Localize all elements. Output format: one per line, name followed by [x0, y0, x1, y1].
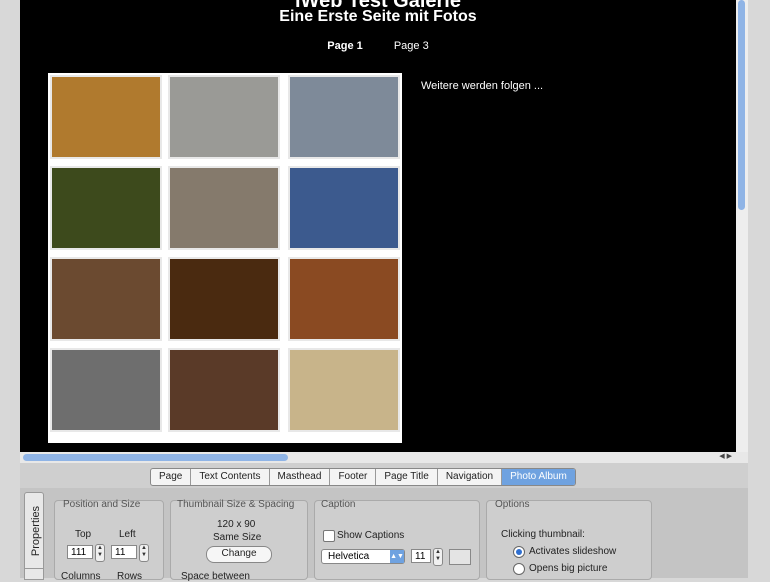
nav-link-page-1[interactable]: Page 1	[327, 40, 362, 52]
horizontal-scrollbar[interactable]: ◀ ▶	[20, 452, 748, 463]
site-subtitle[interactable]: Eine Erste Seite mit Fotos	[20, 8, 736, 26]
left-stepper[interactable]: ▲ ▼	[139, 544, 149, 562]
top-label: Top	[75, 529, 92, 540]
scroll-arrows-icon[interactable]: ◀ ▶	[719, 452, 732, 460]
tab-page[interactable]: Page	[151, 469, 192, 485]
app-window: iWeb Test Galerie Eine Erste Seite mit F…	[20, 0, 748, 582]
thumbnail-window-interior[interactable]	[50, 257, 162, 341]
left-label: Left	[119, 529, 136, 540]
tab-photo-album[interactable]: Photo Album	[502, 469, 575, 485]
rows-label: Rows	[117, 571, 143, 582]
font-select[interactable]: Helvetica ▲▼	[321, 549, 405, 564]
site-navigation: Page 1 Page 3	[20, 40, 736, 52]
page-canvas[interactable]: iWeb Test Galerie Eine Erste Seite mit F…	[20, 0, 736, 452]
photo-gallery	[48, 73, 402, 443]
group-title-position: Position and Size	[63, 499, 141, 510]
radio-opens-big-picture-label: Opens big picture	[529, 563, 608, 574]
show-captions-checkbox[interactable]	[323, 530, 335, 542]
tab-page-title[interactable]: Page Title	[376, 469, 438, 485]
tab-navigation[interactable]: Navigation	[438, 469, 503, 485]
side-tab-properties[interactable]: Properties	[24, 492, 44, 574]
thumbnail-tree-branches-sky[interactable]	[288, 166, 400, 250]
font-select-value: Helvetica	[328, 551, 370, 562]
font-size-field[interactable]: 11	[411, 549, 431, 563]
tab-footer[interactable]: Footer	[330, 469, 377, 485]
top-stepper[interactable]: ▲ ▼	[95, 544, 105, 562]
font-size-stepper[interactable]: ▲ ▼	[433, 548, 443, 566]
group-title-caption: Caption	[321, 499, 356, 510]
color-swatch[interactable]	[449, 549, 471, 565]
thumbnail-man-in-market[interactable]	[168, 348, 280, 432]
aside-text[interactable]: Weitere werden folgen ...	[421, 80, 543, 92]
thumbnail-church-at-night[interactable]	[168, 257, 280, 341]
thumbnail-coffee-cup[interactable]	[288, 348, 400, 432]
vertical-scroll-thumb[interactable]	[738, 0, 745, 210]
columns-label: Columns	[61, 571, 101, 582]
thumbnail-branches-sunset[interactable]	[288, 257, 400, 341]
show-captions-label: Show Captions	[337, 530, 405, 541]
vertical-scrollbar[interactable]	[736, 0, 748, 452]
clicking-thumbnail-label: Clicking thumbnail:	[501, 529, 585, 540]
thumbnail-book-pages[interactable]	[50, 75, 162, 159]
position-size-group: Position and Size Top Left 111 ▲ ▼ 11 ▲ ▼ …	[54, 499, 164, 582]
thumbnail-green-leaves[interactable]	[50, 166, 162, 250]
left-field[interactable]: 11	[111, 545, 137, 559]
change-button[interactable]: Change	[206, 546, 272, 563]
nav-link-page-3[interactable]: Page 3	[394, 40, 429, 52]
same-size-text: Same Size	[213, 532, 262, 543]
tab-masthead[interactable]: Masthead	[270, 469, 331, 485]
thumbnail-ducks-swimming[interactable]	[288, 75, 400, 159]
group-title-options: Options	[495, 499, 530, 510]
side-tab-label: Properties	[30, 505, 42, 557]
radio-activates-slideshow[interactable]	[513, 546, 525, 558]
group-title-thumbnail: Thumbnail Size & Spacing	[177, 499, 295, 510]
radio-opens-big-picture[interactable]	[513, 563, 525, 575]
inspector-panel: Properties Position and Size Top Left 11…	[20, 488, 748, 582]
thumbnail-size-group: Thumbnail Size & Spacing 120 x 90 Same S…	[170, 499, 308, 582]
inspector-tabs: Page Text Contents Masthead Footer Page …	[150, 468, 576, 486]
side-tab-secondary[interactable]	[24, 568, 44, 580]
options-group: Options Clicking thumbnail: Activates sl…	[486, 499, 652, 580]
thumbnail-bird-in-snow[interactable]	[168, 75, 280, 159]
space-between-label: Space between	[181, 571, 250, 582]
radio-activates-slideshow-label: Activates slideshow	[529, 546, 617, 557]
thumbnail-size-text: 120 x 90	[217, 519, 256, 530]
top-field[interactable]: 111	[67, 545, 93, 559]
tab-text-contents[interactable]: Text Contents	[191, 469, 270, 485]
chevron-updown-icon: ▲▼	[390, 550, 404, 563]
horizontal-scroll-thumb[interactable]	[23, 454, 288, 461]
caption-group: Caption Show Captions Helvetica ▲▼ 11 ▲ ▼	[314, 499, 480, 580]
thumbnail-wood-grain[interactable]	[168, 166, 280, 250]
thumbnail-bare-branches-gray[interactable]	[50, 348, 162, 432]
